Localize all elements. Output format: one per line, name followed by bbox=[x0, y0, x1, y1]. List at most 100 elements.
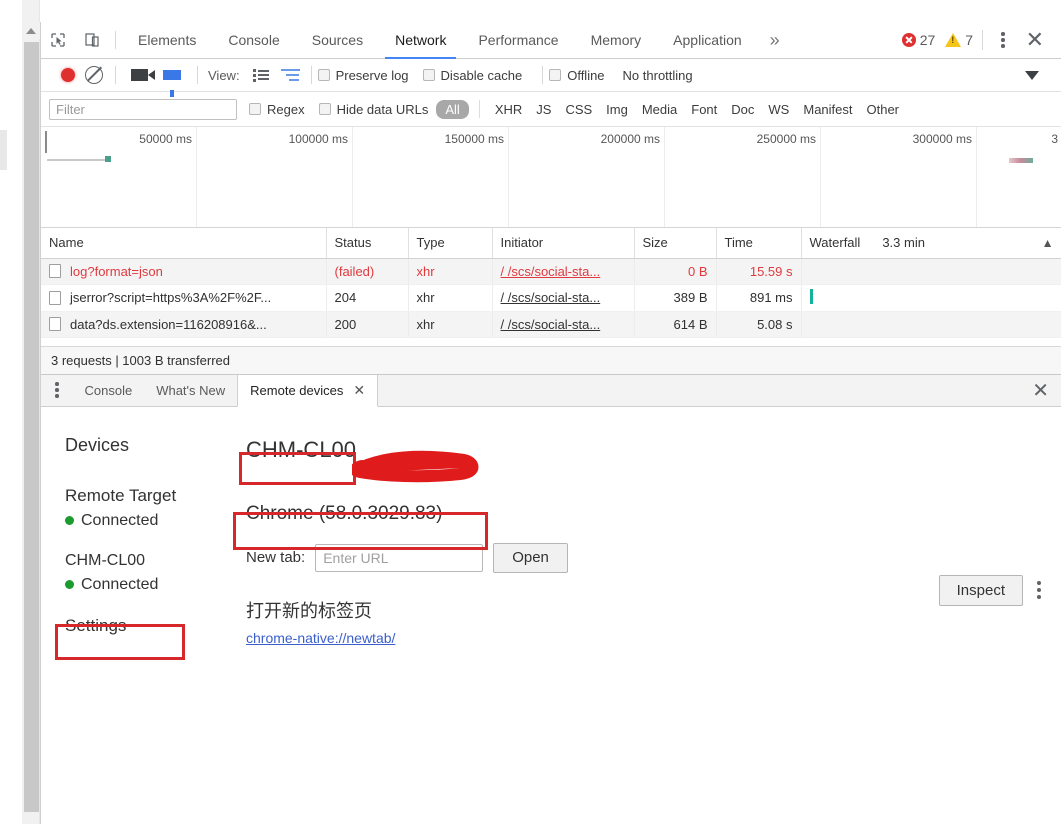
filter-type-all[interactable]: All bbox=[436, 99, 469, 119]
filter-type-manifest[interactable]: Manifest bbox=[796, 100, 859, 119]
col-header-type[interactable]: Type bbox=[408, 228, 493, 259]
scrollbar-up-arrow[interactable] bbox=[22, 22, 40, 39]
col-header-status[interactable]: Status bbox=[326, 228, 409, 259]
tab-console-label: Console bbox=[228, 32, 280, 48]
chevron-down-icon[interactable] bbox=[1025, 70, 1039, 80]
initiator-link[interactable]: / /scs/social-sta... bbox=[501, 317, 601, 332]
filter-type-img[interactable]: Img bbox=[599, 100, 635, 119]
table-row[interactable]: log?format=json (failed) xhr / /scs/soci… bbox=[41, 258, 1061, 285]
waterfall-view-icon[interactable] bbox=[280, 66, 300, 84]
filter-type-ws[interactable]: WS bbox=[761, 100, 796, 119]
col-header-time[interactable]: Time bbox=[716, 228, 802, 259]
inspect-element-icon[interactable] bbox=[41, 26, 75, 54]
customize-devtools-kebab-icon[interactable] bbox=[992, 28, 1014, 52]
page-url-link[interactable]: chrome-native://newtab/ bbox=[246, 630, 395, 646]
inspect-button[interactable]: Inspect bbox=[938, 574, 1023, 606]
filter-type-other[interactable]: Other bbox=[860, 100, 907, 119]
view-label: View: bbox=[208, 67, 240, 83]
col-header-size[interactable]: Size bbox=[634, 228, 717, 259]
error-count-label: 27 bbox=[919, 32, 936, 48]
page-kebab-menu-icon[interactable] bbox=[1037, 581, 1041, 599]
tab-performance[interactable]: Performance bbox=[462, 22, 574, 59]
overview-request-marker bbox=[105, 156, 111, 162]
cell-initiator[interactable]: / /scs/social-sta... bbox=[492, 284, 635, 312]
initiator-link[interactable]: / /scs/social-sta... bbox=[501, 264, 601, 279]
col-header-waterfall[interactable]: Waterfall 3.3 min ▲ bbox=[801, 228, 1061, 259]
sidebar-item-remote-target[interactable]: Remote Target Connected bbox=[65, 486, 226, 530]
tab-application[interactable]: Application bbox=[657, 22, 758, 59]
filter-type-js[interactable]: JS bbox=[529, 100, 558, 119]
toggle-device-toolbar-icon[interactable] bbox=[75, 26, 109, 54]
offline-checkbox[interactable] bbox=[549, 69, 562, 81]
remote-target-status-label: Connected bbox=[81, 511, 159, 529]
overview-tick-label: 300000 ms bbox=[912, 132, 972, 146]
hide-data-urls-checkbox[interactable] bbox=[318, 103, 331, 115]
overview-tick-label: 150000 ms bbox=[444, 132, 504, 146]
cell-initiator[interactable]: / /scs/social-sta... bbox=[492, 258, 635, 285]
filter-funnel-icon[interactable] bbox=[163, 70, 181, 97]
cell-name[interactable]: log?format=json bbox=[41, 258, 327, 285]
cell-waterfall bbox=[801, 258, 1061, 285]
col-header-initiator[interactable]: Initiator bbox=[492, 228, 635, 259]
cell-initiator[interactable]: / /scs/social-sta... bbox=[492, 311, 635, 338]
disable-cache-label[interactable]: Disable cache bbox=[441, 68, 523, 83]
network-overview-timeline[interactable]: 50000 ms 100000 ms 150000 ms 200000 ms 2… bbox=[41, 127, 1061, 228]
error-count-badge[interactable]: 27 bbox=[901, 32, 936, 48]
tabbar-right-controls: 27 7 ✕ bbox=[901, 28, 1061, 52]
sort-arrow-icon[interactable]: ▲ bbox=[1042, 236, 1054, 250]
cell-name[interactable]: data?ds.extension=116208916&... bbox=[41, 311, 327, 338]
filter-type-doc[interactable]: Doc bbox=[724, 100, 761, 119]
new-tab-url-input[interactable] bbox=[315, 543, 484, 572]
search-input[interactable] bbox=[49, 98, 237, 120]
tab-network[interactable]: Network bbox=[379, 22, 462, 59]
throttling-select[interactable]: No throttling bbox=[623, 68, 693, 83]
cell-size: 389 B bbox=[634, 284, 717, 312]
tab-memory[interactable]: Memory bbox=[575, 22, 658, 59]
tab-elements[interactable]: Elements bbox=[122, 22, 212, 59]
table-row[interactable]: jserror?script=https%3A%2F%2F... 204 xhr… bbox=[41, 284, 1061, 312]
capture-screenshots-icon[interactable] bbox=[131, 69, 155, 81]
cell-name[interactable]: jserror?script=https%3A%2F%2F... bbox=[41, 284, 327, 312]
drawer-tab-whats-new[interactable]: What's New bbox=[144, 375, 237, 406]
toolbar-divider-1 bbox=[115, 66, 116, 84]
close-devtools-icon[interactable]: ✕ bbox=[1017, 29, 1053, 51]
list-view-icon[interactable] bbox=[252, 68, 271, 82]
drawer-close-icon[interactable]: ✕ bbox=[1020, 375, 1061, 406]
close-icon[interactable]: ✕ bbox=[353, 382, 365, 399]
hide-data-urls-label[interactable]: Hide data URLs bbox=[337, 102, 429, 117]
remote-devices-panel: Devices Remote Target Connected CHM-CL00… bbox=[41, 406, 1061, 800]
toolbar-divider-4 bbox=[542, 66, 544, 84]
drawer-tab-console[interactable]: Console bbox=[73, 375, 145, 406]
filter-type-css[interactable]: CSS bbox=[558, 100, 599, 119]
sidebar-item-chm-cl00[interactable]: CHM-CL00 Connected bbox=[65, 552, 226, 594]
overview-start-tick bbox=[45, 131, 47, 153]
preserve-log-checkbox[interactable] bbox=[317, 69, 330, 81]
scrollbar-thumb[interactable] bbox=[24, 42, 39, 812]
table-row[interactable]: data?ds.extension=116208916&... 200 xhr … bbox=[41, 311, 1061, 338]
overview-request-bar bbox=[47, 159, 107, 161]
tab-sources[interactable]: Sources bbox=[296, 22, 379, 59]
regex-checkbox[interactable] bbox=[249, 103, 261, 115]
more-tabs-button[interactable]: » bbox=[758, 22, 792, 59]
warning-count-badge[interactable]: 7 bbox=[945, 32, 973, 48]
sidebar-item-settings[interactable]: Settings bbox=[65, 616, 226, 636]
browser-vertical-scrollbar[interactable] bbox=[22, 0, 40, 824]
overview-gridline bbox=[976, 127, 977, 227]
col-header-name[interactable]: Name bbox=[41, 228, 327, 259]
drawer-tab-remote-devices[interactable]: Remote devices ✕ bbox=[237, 374, 379, 407]
offline-label[interactable]: Offline bbox=[567, 68, 604, 83]
drawer-menu-icon[interactable] bbox=[41, 375, 73, 406]
disable-cache-checkbox[interactable] bbox=[422, 69, 435, 81]
drawer-tab-console-label: Console bbox=[84, 382, 133, 398]
open-button[interactable]: Open bbox=[493, 542, 568, 573]
filter-type-xhr[interactable]: XHR bbox=[488, 100, 529, 119]
remote-devices-content: CHM-CL00 Chrome (58.0.3029.83) New tab: … bbox=[226, 407, 1061, 800]
filter-type-media[interactable]: Media bbox=[635, 100, 684, 119]
initiator-link[interactable]: / /scs/social-sta... bbox=[501, 290, 601, 305]
filter-type-font[interactable]: Font bbox=[684, 100, 724, 119]
record-button[interactable] bbox=[61, 68, 75, 82]
regex-label[interactable]: Regex bbox=[267, 102, 305, 117]
tab-console[interactable]: Console bbox=[212, 22, 295, 59]
clear-icon[interactable] bbox=[85, 66, 103, 84]
preserve-log-label[interactable]: Preserve log bbox=[336, 68, 409, 83]
